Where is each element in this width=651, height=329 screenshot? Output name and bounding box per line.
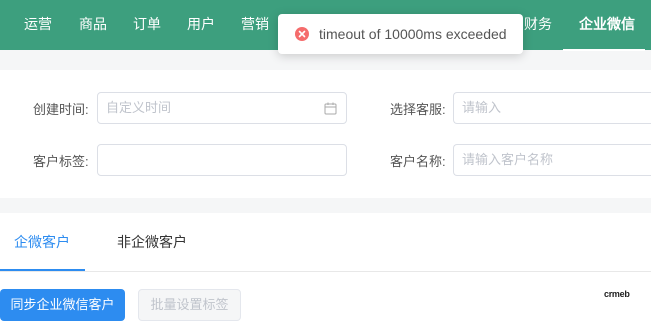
- nav-item-dingdan[interactable]: 订单: [133, 0, 161, 50]
- tab-divider: [0, 271, 651, 272]
- nav-item-yonghu[interactable]: 用户: [187, 0, 215, 50]
- nav-item-caiwu[interactable]: 财务: [524, 0, 552, 50]
- nav-item-shangpin[interactable]: 商品: [79, 0, 107, 50]
- batch-set-tags-button[interactable]: 批量设置标签: [138, 289, 241, 321]
- nav-active-indicator: [563, 49, 645, 51]
- customer-list-panel: 企微客户 非企微客户 同步企业微信客户 批量设置标签 crmeb: [0, 213, 651, 329]
- customer-tag-input[interactable]: [97, 144, 347, 176]
- tab-wecom-customers[interactable]: 企微客户: [14, 213, 70, 271]
- error-circle-icon: [295, 27, 309, 41]
- service-agent-placeholder: 请输入: [462, 100, 502, 115]
- error-toast: timeout of 10000ms exceeded: [278, 14, 523, 54]
- crmeb-logo: crmeb: [604, 289, 630, 299]
- created-time-picker[interactable]: 自定义时间: [97, 92, 347, 124]
- nav-item-yingxiao[interactable]: 营销: [241, 0, 269, 50]
- customer-name-input[interactable]: 请输入客户名称: [453, 144, 651, 176]
- filter-panel: 创建时间: 自定义时间 选择客服: 请输入 客户标签: 客户名称: 请输入客户名…: [0, 70, 651, 198]
- sync-wecom-customers-button[interactable]: 同步企业微信客户: [0, 289, 125, 321]
- calendar-icon: [324, 102, 337, 115]
- nav-item-qiyeweixin[interactable]: 企业微信: [579, 0, 635, 50]
- service-agent-label: 选择客服:: [390, 102, 446, 117]
- customer-tag-label: 客户标签:: [33, 154, 89, 169]
- nav-item-yunying[interactable]: 运营: [24, 0, 52, 50]
- tab-non-wecom-customers[interactable]: 非企微客户: [117, 213, 187, 271]
- toast-message: timeout of 10000ms exceeded: [319, 26, 507, 42]
- customer-name-label: 客户名称:: [390, 154, 446, 169]
- service-agent-input[interactable]: 请输入: [453, 92, 651, 124]
- customer-name-placeholder: 请输入客户名称: [462, 152, 554, 167]
- created-time-label: 创建时间:: [33, 102, 89, 117]
- created-time-placeholder: 自定义时间: [106, 100, 172, 115]
